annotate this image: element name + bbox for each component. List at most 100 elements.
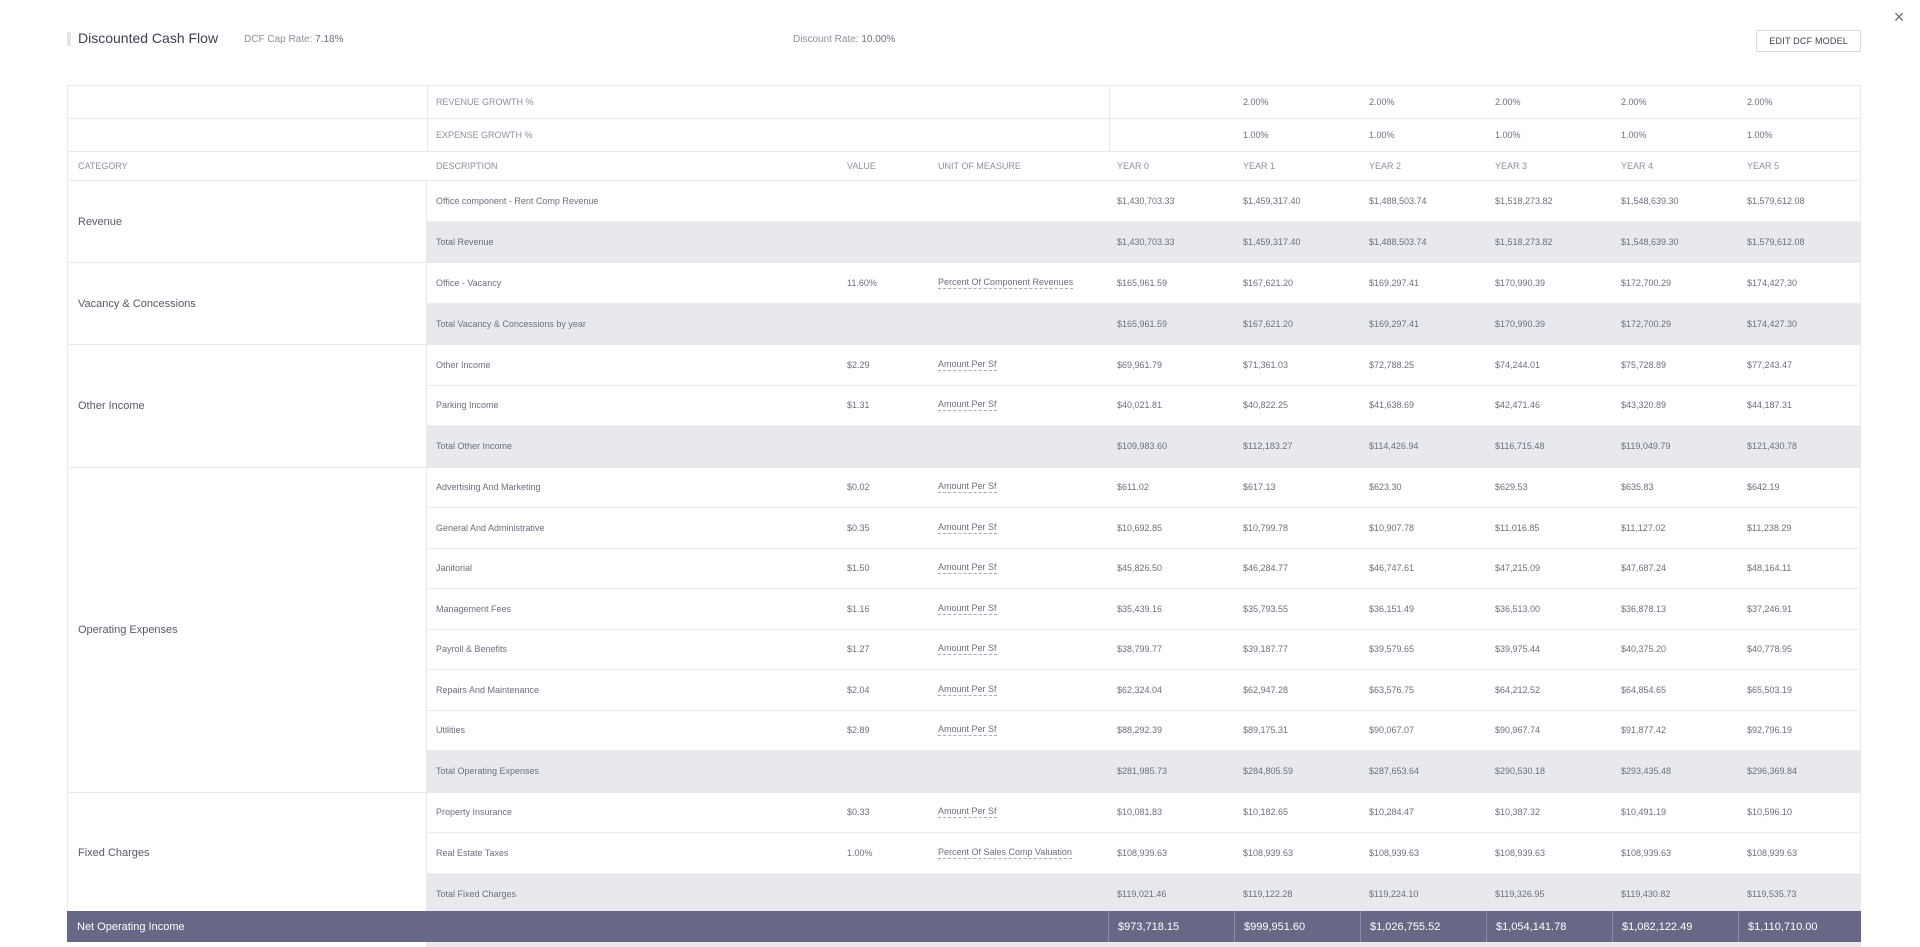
- year-value: $165,961.59: [1117, 318, 1168, 329]
- year-value: $629.53: [1495, 482, 1528, 493]
- year-value: $90,967.74: [1495, 725, 1541, 736]
- year-value: $65,503.19: [1747, 684, 1793, 695]
- year-value: $10,284.47: [1369, 807, 1415, 818]
- discount-rate-value: 10.00%: [861, 34, 896, 45]
- year-value: $10,182.65: [1243, 807, 1289, 818]
- year-value: $63,576.75: [1369, 684, 1415, 695]
- year-value: $172,700.29: [1621, 318, 1672, 329]
- year-value: $287,653.64: [1369, 766, 1420, 777]
- row-description: Advertising And Marketing: [436, 482, 541, 493]
- row-description: Total Revenue: [436, 236, 494, 247]
- unit-of-measure-link[interactable]: Amount Per Sf: [938, 481, 997, 494]
- table-row: Advertising And Marketing $0.02 Amount Per…: [427, 468, 1861, 508]
- row-description: Management Fees: [436, 603, 512, 614]
- column-header-year: YEAR 4: [1621, 161, 1654, 171]
- row-unit-of-measure[interactable]: Amount Per Sf: [938, 468, 997, 508]
- row-unit-of-measure[interactable]: Amount Per Sf: [938, 345, 997, 385]
- unit-of-measure-link[interactable]: Percent Of Sales Comp Valuation: [938, 847, 1072, 859]
- row-unit-of-measure[interactable]: Percent Of Component Revenues: [938, 263, 1074, 303]
- growth-value: 2.00%: [1369, 97, 1395, 107]
- row-unit-of-measure[interactable]: Amount Per Sf: [938, 386, 997, 426]
- unit-of-measure-link[interactable]: Amount Per Sf: [938, 522, 997, 534]
- table-row: Office - Vacancy 11.60% Percent Of Compone…: [427, 263, 1861, 304]
- row-unit-of-measure[interactable]: Percent Of Sales Comp Valuation: [938, 833, 1072, 873]
- year-value: $174,427.30: [1747, 318, 1798, 329]
- row-value: $0.35: [847, 522, 870, 533]
- row-value: $0.02: [847, 482, 870, 493]
- row-unit-of-measure[interactable]: Amount Per Sf: [938, 549, 997, 589]
- year-value: $642.19: [1747, 482, 1780, 493]
- category-rows: Property Insurance $0.33 Amount Per Sf $10,…: [427, 793, 1861, 914]
- row-value: 11.60%: [847, 277, 877, 288]
- year-value: $1,579,612.08: [1747, 195, 1805, 206]
- unit-of-measure-link[interactable]: Amount Per Sf: [938, 603, 997, 615]
- category-label: Other Income: [68, 345, 427, 467]
- row-unit-of-measure[interactable]: Amount Per Sf: [938, 630, 997, 670]
- dcf-header: Discounted Cash Flow DCF Cap Rate: 7.18%…: [67, 28, 1861, 54]
- row-value: $1.27: [847, 644, 870, 655]
- row-description: General And Administrative: [436, 522, 545, 533]
- row-description: Repairs And Maintenance: [436, 684, 540, 695]
- row-unit-of-measure[interactable]: Amount Per Sf: [938, 670, 997, 710]
- year-value: $617.13: [1243, 482, 1276, 493]
- unit-of-measure-link[interactable]: Percent Of Component Revenues: [938, 277, 1074, 289]
- year-value: $39,975.44: [1495, 644, 1541, 655]
- unit-of-measure-link[interactable]: Amount Per Sf: [938, 724, 997, 737]
- year-value: $90,067.07: [1369, 725, 1415, 736]
- year-value: $167,621.20: [1243, 277, 1294, 288]
- revenue-growth-row: REVENUE GROWTH % 2.00% 2.00% 2.00% 2.00%…: [67, 86, 1861, 119]
- category-label: Operating Expenses: [68, 467, 427, 792]
- category-rows: Other Income $2.29 Amount Per Sf $69,961.79…: [427, 345, 1861, 467]
- row-unit-of-measure[interactable]: Amount Per Sf: [938, 589, 997, 629]
- row-description: Office component - Rent Comp Revenue: [436, 195, 599, 206]
- title-marker: [67, 32, 71, 46]
- column-header-year: YEAR 3: [1495, 161, 1528, 171]
- growth-value: 2.00%: [1747, 97, 1773, 107]
- unit-of-measure-link[interactable]: Amount Per Sf: [938, 562, 997, 575]
- category-group-revenue: Revenue Office component - Rent Comp Reve…: [67, 181, 1861, 263]
- growth-value: 2.00%: [1621, 97, 1647, 107]
- unit-of-measure-link[interactable]: Amount Per Sf: [938, 359, 997, 371]
- table-row: Other Income $2.29 Amount Per Sf $69,961.79…: [427, 345, 1861, 386]
- row-unit-of-measure[interactable]: Amount Per Sf: [938, 711, 997, 751]
- unit-of-measure-link[interactable]: Amount Per Sf: [938, 684, 997, 696]
- expense-growth-row: EXPENSE GROWTH % 1.00% 1.00% 1.00% 1.00%…: [67, 119, 1861, 152]
- unit-of-measure-link[interactable]: Amount Per Sf: [938, 643, 997, 656]
- unit-of-measure-link[interactable]: Amount Per Sf: [938, 806, 997, 819]
- noi-label: Net Operating Income: [77, 920, 185, 933]
- category-label: Fixed Charges: [68, 792, 427, 914]
- year-value: $108,939.63: [1369, 847, 1420, 858]
- year-value: $1,488,503.74: [1369, 195, 1427, 206]
- noi-value: $1,026,755.52: [1360, 911, 1486, 942]
- row-description: Other Income: [436, 359, 491, 370]
- dcf-cap-rate: DCF Cap Rate: 7.18%: [244, 34, 344, 45]
- row-unit-of-measure[interactable]: Amount Per Sf: [938, 793, 997, 833]
- growth-value: 1.00%: [1369, 130, 1395, 140]
- table-row: Repairs And Maintenance $2.04 Amount Per S…: [427, 670, 1861, 711]
- year-value: $119,049.79: [1621, 441, 1671, 452]
- total-row: Total Fixed Charges $119,021.46 $119,122.2…: [427, 873, 1861, 914]
- unit-of-measure-link[interactable]: Amount Per Sf: [938, 399, 997, 412]
- year-value: $10,491.19: [1621, 807, 1667, 818]
- row-value: $2.29: [847, 359, 870, 370]
- year-value: $10,596.10: [1747, 807, 1793, 818]
- close-icon[interactable]: ×: [1888, 6, 1910, 28]
- category-group-operating-expenses: Operating Expenses Advertising And Market…: [67, 467, 1861, 793]
- year-value: $91,877.42: [1621, 725, 1667, 736]
- year-value: $108,939.63: [1495, 847, 1546, 858]
- edit-dcf-model-button[interactable]: EDIT DCF MODEL: [1756, 30, 1861, 52]
- row-unit-of-measure[interactable]: Amount Per Sf: [938, 508, 997, 548]
- year-value: $39,579.65: [1369, 644, 1415, 655]
- year-value: $108,939.63: [1117, 847, 1168, 858]
- year-value: $1,459,317.40: [1243, 236, 1301, 247]
- year-value: $37,246.91: [1747, 603, 1793, 614]
- year-value: $41,638.69: [1369, 400, 1415, 411]
- year-value: $169,297.41: [1369, 318, 1420, 329]
- table-row: Janitorial $1.50 Amount Per Sf $45,826.50 $4…: [427, 549, 1861, 589]
- year-value: $170,990.39: [1495, 277, 1546, 288]
- year-value: $1,548,639.30: [1621, 236, 1679, 247]
- year-value: $116,715.48: [1495, 441, 1545, 452]
- table-row: Real Estate Taxes 1.00% Percent Of Sales C…: [427, 833, 1861, 874]
- discount-rate-label: Discount Rate:: [793, 34, 859, 45]
- noi-value: $1,054,141.78: [1486, 911, 1612, 942]
